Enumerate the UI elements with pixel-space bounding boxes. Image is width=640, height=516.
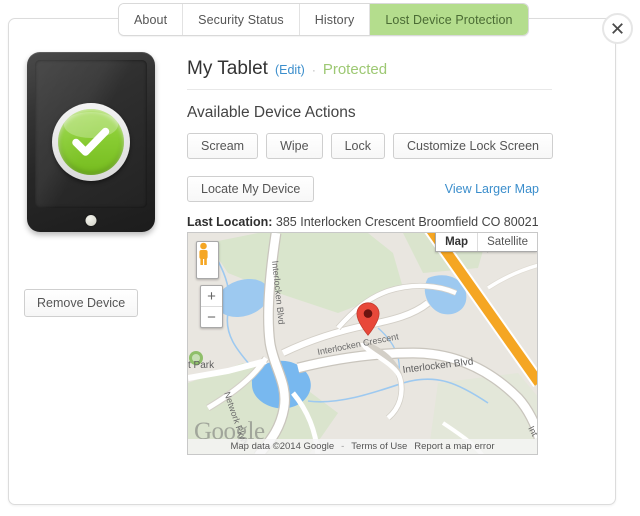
device-name: My Tablet (187, 58, 268, 79)
tablet-home-button (85, 215, 97, 226)
map-attribution-bar: Map data ©2014 Google - Terms of Use Rep… (188, 439, 537, 454)
edit-device-name-link[interactable]: (Edit) (275, 63, 305, 77)
screen-root: About Security Status History Lost Devic… (0, 0, 640, 516)
device-actions-row: Scream Wipe Lock Customize Lock Screen (187, 133, 567, 159)
checkmark-icon (72, 127, 110, 156)
tab-about[interactable]: About (119, 4, 184, 35)
lock-button[interactable]: Lock (330, 133, 385, 159)
tablet-device-image (27, 52, 155, 232)
view-larger-map-link[interactable]: View Larger Map (445, 182, 539, 196)
remove-device-button[interactable]: Remove Device (24, 289, 139, 317)
pegman-street-view-control[interactable] (196, 241, 219, 279)
tab-security-status[interactable]: Security Status (183, 4, 300, 35)
close-button[interactable] (602, 13, 633, 44)
available-device-actions-heading: Available Device Actions (187, 104, 356, 121)
map-type-map-button[interactable]: Map (436, 233, 477, 251)
map-footer-separator: - (341, 441, 345, 452)
map-type-satellite-button[interactable]: Satellite (477, 233, 537, 251)
tab-lost-device-protection[interactable]: Lost Device Protection (370, 4, 528, 35)
protected-status-badge (52, 103, 130, 181)
map-pin-icon (356, 302, 380, 336)
last-location: Last Location: 385 Interlocken Crescent … (187, 215, 567, 229)
map-zoom-controls[interactable]: + − (200, 285, 223, 328)
report-map-error-link[interactable]: Report a map error (414, 441, 494, 452)
last-location-value: 385 Interlocken Crescent Broomfield CO 8… (275, 215, 539, 229)
pegman-icon (199, 242, 208, 265)
device-image-column (24, 52, 169, 232)
customize-lock-screen-button[interactable]: Customize Lock Screen (392, 133, 553, 159)
device-title-row: My Tablet (Edit) · Protected (187, 58, 552, 90)
map-zoom-out-button[interactable]: − (201, 307, 222, 327)
device-status-text: Protected (322, 61, 388, 78)
location-map[interactable]: Interlocken Blvd Interlocken Crescent In… (187, 232, 538, 455)
map-zoom-in-button[interactable]: + (201, 286, 222, 307)
terms-of-use-link[interactable]: Terms of Use (351, 441, 407, 452)
locate-row: Locate My Device View Larger Map (187, 176, 539, 202)
locate-my-device-button[interactable]: Locate My Device (187, 176, 315, 202)
last-location-label: Last Location: (187, 215, 273, 229)
protected-badge-inner (58, 109, 124, 175)
map-attribution-text: Map data ©2014 Google (230, 441, 335, 452)
wipe-button[interactable]: Wipe (266, 133, 323, 159)
title-separator: · (311, 63, 316, 77)
map-type-control[interactable]: Map Satellite (435, 233, 537, 252)
tab-history[interactable]: History (299, 4, 371, 35)
map-label-park: t Park (188, 360, 215, 371)
device-location-marker[interactable] (356, 302, 380, 336)
close-icon (612, 23, 623, 34)
tab-bar: About Security Status History Lost Devic… (118, 3, 529, 36)
device-details: My Tablet (Edit) · Protected Available D… (187, 58, 567, 229)
scream-button[interactable]: Scream (187, 133, 259, 159)
